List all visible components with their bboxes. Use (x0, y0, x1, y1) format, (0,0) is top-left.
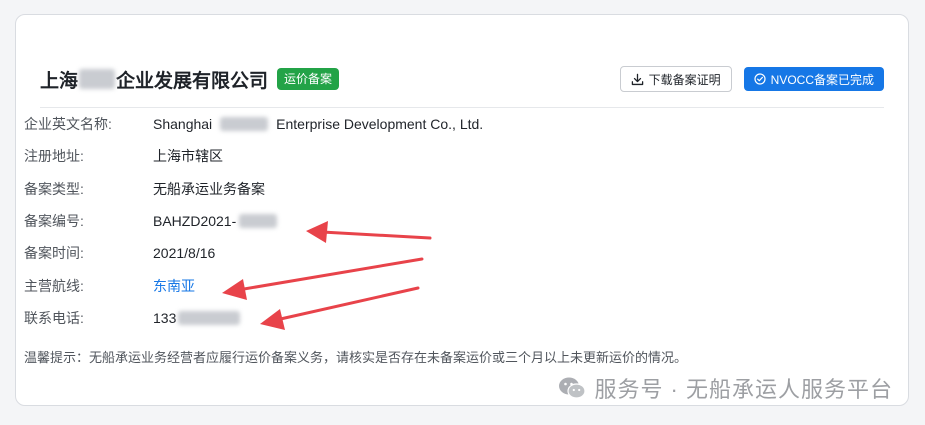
field-label: 注册地址: (24, 148, 84, 165)
download-certificate-button[interactable]: 下载备案证明 (619, 66, 732, 92)
record-type-badge: 运价备案 (277, 68, 340, 90)
warm-tip: 温馨提示：无船承运业务经营者应履行运价备案义务，请核实是否存在未备案运价或三个月… (24, 350, 688, 365)
field-value: 上海市辖区 (153, 148, 223, 165)
field-main-route: 主营航线: 东南亚 (24, 269, 724, 301)
field-label: 备案类型: (24, 180, 84, 197)
field-value: BAHZD2021- (153, 213, 278, 230)
company-name-suffix: 企业发展有限公司 (116, 70, 269, 92)
field-label: 备案编号: (24, 213, 84, 230)
field-english-name: 企业英文名称: Shanghai Enterprise Development … (24, 108, 724, 140)
field-phone: 联系电话: 133 (24, 302, 724, 334)
company-name-prefix: 上海 (40, 70, 79, 92)
english-name-suffix: Enterprise Development Co., Ltd. (276, 116, 484, 133)
card-header: 上海 企业发展有限公司 运价备案 下载备案证明 NVOCC备案已完成 (40, 63, 884, 95)
check-circle-icon (754, 73, 766, 85)
redacted-english-name (220, 117, 269, 132)
redacted-company-name (79, 69, 116, 89)
field-value: 2021/8/16 (153, 245, 216, 262)
redacted-phone (178, 310, 241, 325)
field-label: 主营航线: (24, 277, 84, 294)
field-label: 企业英文名称: (24, 116, 112, 133)
field-label: 备案时间: (24, 245, 84, 262)
field-registered-address: 注册地址: 上海市辖区 (24, 140, 724, 172)
header-actions: 下载备案证明 NVOCC备案已完成 (619, 66, 884, 92)
record-fields: 企业英文名称: Shanghai Enterprise Development … (24, 108, 724, 334)
redacted-record-number (239, 214, 278, 229)
field-record-date: 备案时间: 2021/8/16 (24, 237, 724, 269)
nvocc-complete-button[interactable]: NVOCC备案已完成 (743, 67, 884, 91)
field-record-type: 备案类型: 无船承运业务备案 (24, 173, 724, 205)
phone-prefix: 133 (153, 309, 177, 326)
field-value: 无船承运业务备案 (153, 180, 265, 197)
wechat-icon (559, 377, 587, 399)
main-route-link[interactable]: 东南亚 (153, 276, 195, 296)
field-value: Shanghai Enterprise Development Co., Ltd… (153, 116, 483, 132)
field-record-number: 备案编号: BAHZD2021- (24, 205, 724, 237)
english-name-prefix: Shanghai (153, 116, 213, 133)
watermark: 服务号 · 无船承运人服务平台 (558, 372, 893, 404)
download-icon (631, 73, 643, 85)
record-number-prefix: BAHZD2021- (153, 213, 237, 230)
download-certificate-label: 下载备案证明 (648, 72, 721, 87)
field-value: 133 (153, 309, 241, 326)
field-label: 联系电话: (24, 309, 84, 326)
watermark-text: 服务号 · 无船承运人服务平台 (594, 377, 893, 402)
company-name: 上海 企业发展有限公司 (40, 66, 268, 93)
nvocc-complete-label: NVOCC备案已完成 (770, 72, 874, 87)
